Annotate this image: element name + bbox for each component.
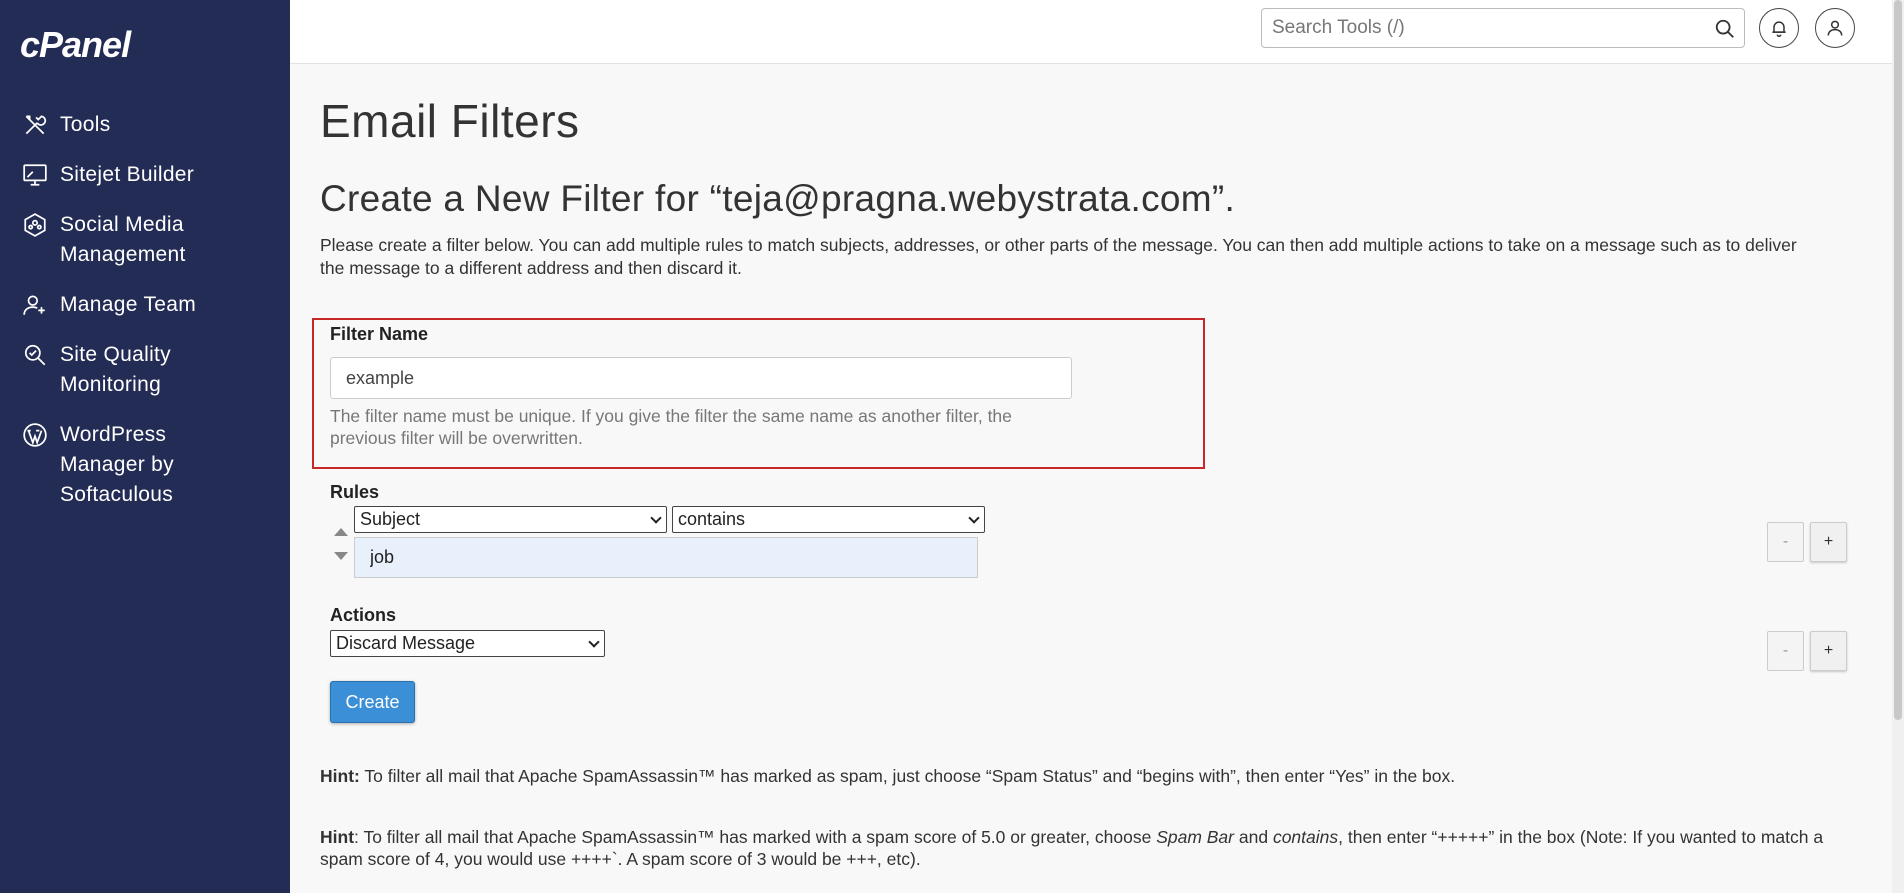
tools-icon (20, 110, 50, 140)
monitor-icon (20, 160, 50, 190)
cpanel-logo[interactable]: cPanel (20, 24, 131, 66)
sidebar-nav: Tools Sitejet Builder Social Media Manag… (0, 104, 290, 524)
search-icon[interactable] (1714, 18, 1736, 40)
scrollbar-thumb[interactable] (1894, 0, 1902, 720)
sidebar-item-label: WordPress Manager by Softaculous (60, 423, 174, 506)
sidebar-item-social-media-management[interactable]: Social Media Management (0, 204, 290, 276)
sidebar-item-tools[interactable]: Tools (0, 104, 290, 146)
notifications-button[interactable] (1759, 8, 1799, 48)
social-icon (20, 210, 50, 240)
user-icon (1827, 20, 1843, 36)
sidebar-item-label: Tools (60, 113, 111, 136)
sidebar-item-manage-team[interactable]: Manage Team (0, 284, 290, 326)
rule-field-select[interactable]: Subject (354, 506, 667, 533)
chevron-down-icon (650, 512, 662, 524)
hint-text: To filter all mail that Apache SpamAssas… (359, 766, 1456, 786)
filter-name-help: The filter name must be unique. If you g… (330, 406, 1012, 448)
sidebar-item-label: Social Media Management (60, 213, 186, 266)
action-select[interactable]: Discard Message (330, 630, 605, 657)
filter-name-input[interactable] (330, 357, 1072, 399)
scrollbar[interactable] (1892, 0, 1904, 893)
actions-label: Actions (330, 605, 397, 625)
intro-text: Please create a filter below. You can ad… (320, 235, 1797, 278)
hint-contains: contains (1272, 827, 1339, 847)
rule-value-input[interactable] (354, 537, 978, 578)
magnifier-icon (20, 340, 50, 370)
hint-label: Hint: (320, 766, 360, 786)
hint-label: Hint (320, 827, 355, 847)
remove-action-button[interactable]: - (1767, 631, 1804, 671)
page-title: Email Filters (320, 95, 580, 147)
create-button[interactable]: Create (330, 681, 415, 723)
sidebar-item-sitejet-builder[interactable]: Sitejet Builder (0, 154, 290, 196)
sidebar-item-wordpress-manager[interactable]: WordPress Manager by Softaculous (0, 414, 290, 516)
hint-spam-score: Hint: To filter all mail that Apache Spa… (320, 826, 1850, 870)
add-rule-button[interactable]: + (1810, 522, 1847, 562)
page-subtitle: Create a New Filter for “teja@pragna.web… (320, 178, 1236, 219)
action-value: Discard Message (336, 633, 476, 653)
rule-operator-select[interactable]: contains (672, 506, 985, 533)
sidebar-item-label: Sitejet Builder (60, 163, 195, 186)
bell-icon (1772, 21, 1786, 38)
user-menu-button[interactable] (1815, 8, 1855, 48)
search-input[interactable] (1262, 9, 1692, 47)
sidebar: cPanel Tools Sitejet Builder Social Medi… (0, 0, 290, 893)
rule-field-value: Subject (360, 509, 421, 529)
sidebar-item-label: Site Quality Monitoring (60, 343, 171, 396)
user-plus-icon (20, 290, 50, 320)
chevron-down-icon (588, 636, 600, 648)
move-up-icon[interactable] (334, 528, 348, 536)
hint-text: and (1234, 827, 1273, 847)
rule-operator-value: contains (678, 509, 746, 529)
sidebar-item-label: Manage Team (60, 293, 196, 316)
hint-spam-bar: Spam Bar (1156, 827, 1234, 847)
filter-name-label: Filter Name (330, 324, 429, 344)
sidebar-item-site-quality-monitoring[interactable]: Site Quality Monitoring (0, 334, 290, 406)
top-bar (290, 0, 1904, 64)
add-action-button[interactable]: + (1810, 631, 1847, 671)
rules-label: Rules (330, 482, 380, 502)
remove-rule-button[interactable]: - (1767, 522, 1804, 562)
chevron-down-icon (968, 512, 980, 524)
move-down-icon[interactable] (334, 552, 348, 560)
hint-spam-status: Hint: To filter all mail that Apache Spa… (320, 765, 1850, 787)
wordpress-icon (20, 420, 50, 450)
search-box (1261, 8, 1745, 48)
hint-text: : To filter all mail that Apache SpamAss… (354, 827, 1157, 847)
